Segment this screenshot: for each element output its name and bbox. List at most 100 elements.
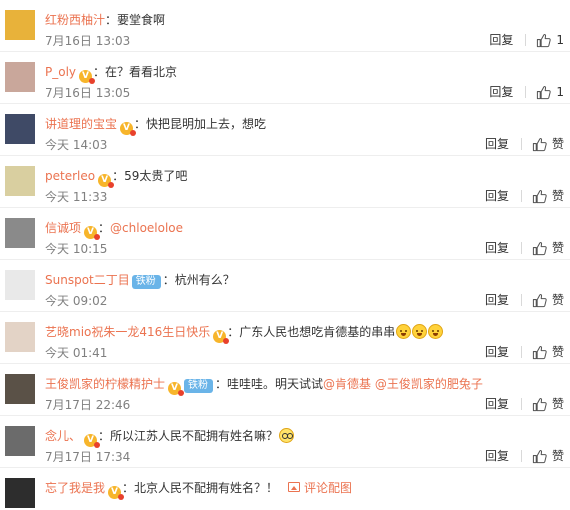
- comment-row: 红粉西柚汁：要堂食啊 7月16日 13:03 回复 1: [0, 0, 570, 52]
- comment-text: ：59太贵了吧: [112, 169, 188, 183]
- vip-badge-icon[interactable]: V: [98, 174, 115, 188]
- comment-line: 念儿、 V ：所以江苏人民不配拥有姓名嘛？: [45, 427, 295, 448]
- like-button[interactable]: 赞: [532, 240, 564, 256]
- comment-image-link[interactable]: 评论配图: [288, 481, 352, 495]
- like-label: 赞: [551, 397, 564, 411]
- glasses-emoji-icon: [279, 428, 295, 443]
- vip-badge-icon[interactable]: V: [84, 434, 101, 448]
- comment-actions: 回复 1: [489, 84, 564, 100]
- comment-time: 今天 10:15: [45, 242, 108, 256]
- crying-emoji-icon: [428, 324, 444, 339]
- avatar[interactable]: [5, 270, 35, 300]
- divider: [520, 190, 522, 202]
- like-label: 1: [556, 33, 564, 47]
- crying-emoji-icon: [396, 324, 412, 339]
- comment-line: 红粉西柚汁：要堂食啊: [45, 11, 165, 29]
- like-button[interactable]: 赞: [532, 344, 564, 360]
- divider: [520, 346, 522, 358]
- avatar[interactable]: [5, 10, 35, 40]
- comment-row: 讲道理的宝宝 V ：快把昆明加上去，想吃 今天 14:03 回复 赞: [0, 104, 570, 156]
- like-label: 赞: [551, 189, 564, 203]
- vip-badge-icon[interactable]: V: [213, 330, 230, 344]
- vip-badge-icon[interactable]: V: [108, 486, 125, 500]
- comment-text: ：: [98, 221, 111, 235]
- comment-row: Sunspot二丁目 铁粉 ：杭州有么？ 今天 09:02 回复 赞: [0, 260, 570, 312]
- username-link[interactable]: 忘了我是我: [45, 481, 105, 495]
- avatar[interactable]: [5, 322, 35, 352]
- username-link[interactable]: 信诚项: [45, 221, 81, 235]
- comment-time: 7月17日 17:34: [45, 450, 131, 464]
- avatar[interactable]: [5, 218, 35, 248]
- like-button[interactable]: 赞: [532, 136, 564, 152]
- comment-actions: 回复 赞: [485, 240, 564, 256]
- reply-button[interactable]: 回复: [485, 240, 509, 256]
- avatar[interactable]: [5, 166, 35, 196]
- avatar[interactable]: [5, 62, 35, 92]
- thumbs-up-icon: [532, 397, 547, 411]
- vip-badge-icon[interactable]: V: [120, 122, 137, 136]
- username-link[interactable]: peterleo: [45, 169, 95, 183]
- comment-line: 讲道理的宝宝 V ：快把昆明加上去，想吃: [45, 115, 267, 136]
- fan-badge[interactable]: 铁粉: [131, 275, 161, 289]
- comment-time: 今天 11:33: [45, 190, 108, 204]
- divider: [520, 398, 522, 410]
- username-link[interactable]: P_oly: [45, 65, 76, 79]
- comment-text: ：所以江苏人民不配拥有姓名嘛？: [98, 429, 279, 443]
- like-button[interactable]: 赞: [532, 396, 564, 412]
- reply-button[interactable]: 回复: [485, 136, 509, 152]
- comment-row: P_oly V ：在？看看北京 7月16日 13:05 回复 1: [0, 52, 570, 104]
- avatar[interactable]: [5, 426, 35, 456]
- comment-time: 今天 09:02: [45, 294, 108, 308]
- reply-button[interactable]: 回复: [485, 448, 509, 464]
- comment-line: 忘了我是我 V ：北京人民不配拥有姓名？！ 评论配图: [45, 479, 352, 500]
- avatar[interactable]: [5, 114, 35, 144]
- comment-text: ：广东人民也想吃肯德基的串串: [227, 325, 396, 339]
- username-link[interactable]: 红粉西柚汁: [45, 13, 105, 27]
- comment-text: ：要堂食啊: [105, 13, 166, 27]
- divider: [520, 138, 522, 150]
- thumbs-up-icon: [537, 85, 552, 99]
- mention-link[interactable]: @chloeloloe: [110, 221, 183, 235]
- comment-actions: 回复 1: [489, 32, 564, 48]
- avatar[interactable]: [5, 478, 35, 508]
- comment-line: 信诚项 V ：@chloeloloe: [45, 219, 183, 240]
- username-link[interactable]: 艺晓mio祝朱一龙416生日快乐: [45, 325, 210, 339]
- like-label: 赞: [551, 345, 564, 359]
- mention-link[interactable]: @肯德基 @王俊凯家的肥兔子: [323, 377, 483, 391]
- fan-badge[interactable]: 铁粉: [184, 379, 214, 393]
- comment-text: ：北京人民不配拥有姓名？！: [122, 481, 279, 495]
- comment-image-label: 评论配图: [304, 481, 353, 495]
- like-label: 赞: [551, 293, 564, 307]
- comment-line: 王俊凯家的柠檬精护士 V 铁粉 ：哇哇哇。明天试试@肯德基 @王俊凯家的肥兔子: [45, 375, 483, 396]
- comment-text: ：快把昆明加上去，想吃: [134, 117, 267, 131]
- comment-text: ：杭州有么？: [162, 273, 235, 287]
- like-button[interactable]: 赞: [532, 188, 564, 204]
- reply-button[interactable]: 回复: [485, 396, 509, 412]
- comment-row: 忘了我是我 V ：北京人民不配拥有姓名？！ 评论配图: [0, 468, 570, 508]
- like-button[interactable]: 赞: [532, 448, 564, 464]
- comment-line: P_oly V ：在？看看北京: [45, 63, 177, 84]
- comment-time: 7月17日 22:46: [45, 398, 131, 412]
- reply-button[interactable]: 回复: [485, 188, 509, 204]
- thumbs-up-icon: [532, 137, 547, 151]
- vip-badge-icon[interactable]: V: [168, 382, 185, 396]
- avatar[interactable]: [5, 374, 35, 404]
- username-link[interactable]: 王俊凯家的柠檬精护士: [45, 377, 165, 391]
- vip-badge-icon[interactable]: V: [79, 70, 96, 84]
- comment-list: 红粉西柚汁：要堂食啊 7月16日 13:03 回复 1 P_oly V ：在？看看北京 7月1…: [0, 0, 570, 508]
- reply-button[interactable]: 回复: [489, 84, 513, 100]
- username-link[interactable]: 念儿、: [45, 429, 81, 443]
- thumbs-up-icon: [532, 449, 547, 463]
- reply-button[interactable]: 回复: [485, 292, 509, 308]
- comment-row: 信诚项 V ：@chloeloloe 今天 10:15 回复赞: [0, 208, 570, 260]
- reply-button[interactable]: 回复: [485, 344, 509, 360]
- username-link[interactable]: Sunspot二丁目: [45, 273, 130, 287]
- username-link[interactable]: 讲道理的宝宝: [45, 117, 117, 131]
- comment-row: 念儿、 V ：所以江苏人民不配拥有姓名嘛？ 7月17日 17:34 回复 赞: [0, 416, 570, 468]
- reply-button[interactable]: 回复: [489, 32, 513, 48]
- comment-actions: 回复 赞: [485, 448, 564, 464]
- like-button[interactable]: 1: [536, 84, 564, 100]
- like-button[interactable]: 赞: [532, 292, 564, 308]
- like-button[interactable]: 1: [536, 32, 564, 48]
- vip-badge-icon[interactable]: V: [84, 226, 101, 240]
